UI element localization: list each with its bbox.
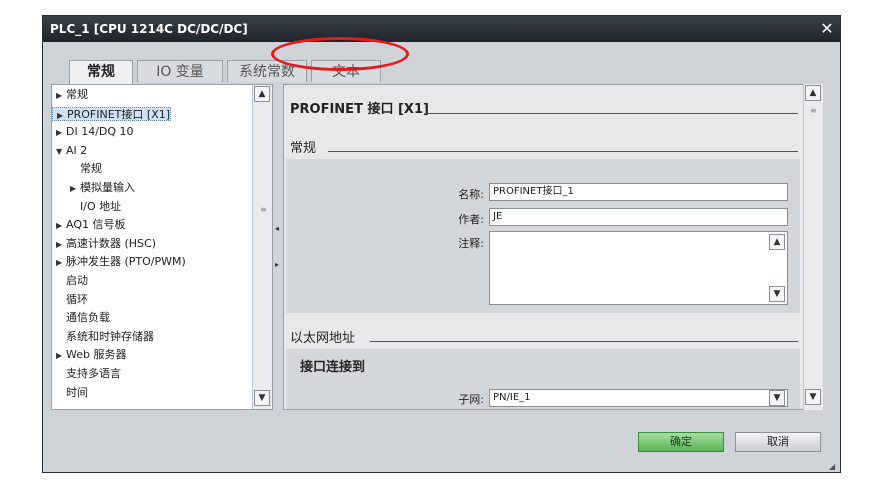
- tree-item-label: PROFINET接口 [X1]: [67, 107, 171, 121]
- author-label: 作者:: [458, 213, 484, 226]
- tree-item-label: 循环: [66, 292, 88, 306]
- annotation-circle: [271, 37, 409, 71]
- tree-item[interactable]: 时间: [52, 386, 88, 400]
- section-general-title: 常规: [290, 141, 317, 156]
- tree-item[interactable]: 循环: [52, 293, 88, 307]
- tree-item-label: 模拟量输入: [80, 181, 135, 194]
- subnet-select[interactable]: PN/IE_1: [489, 389, 788, 407]
- tab-io-tags[interactable]: IO 变量: [137, 60, 223, 82]
- scroll-grip-icon: ≡: [810, 106, 817, 115]
- tree-item-label: AI 2: [66, 143, 88, 157]
- scroll-up-icon[interactable]: ▲: [254, 86, 270, 102]
- name-field[interactable]: PROFINET接口_1: [489, 183, 788, 201]
- author-field[interactable]: JE: [489, 208, 788, 226]
- tree-item-label: 高速计数器 (HSC): [66, 236, 157, 250]
- collapsed-arrow-icon[interactable]: ▶: [56, 238, 66, 252]
- ethernet-panel: 接口连接到 子网: PN/IE_1 ▼: [286, 349, 800, 409]
- close-icon[interactable]: ✕: [818, 20, 836, 38]
- tree-item[interactable]: 支持多语言: [52, 367, 121, 381]
- section-divider: [328, 151, 798, 152]
- section-ethernet-title: 以太网地址: [290, 331, 356, 346]
- heading-divider: [426, 113, 798, 114]
- collapsed-arrow-icon[interactable]: ▶: [56, 219, 66, 233]
- name-label: 名称:: [458, 188, 484, 201]
- tree-item-label: Web 服务器: [66, 348, 127, 362]
- tree-item[interactable]: I/O 地址: [52, 200, 121, 214]
- tree-item-label: 支持多语言: [66, 367, 121, 380]
- comment-scroll-down-icon[interactable]: ▼: [769, 286, 785, 302]
- comment-field[interactable]: [489, 231, 788, 305]
- collapsed-arrow-icon[interactable]: ▶: [70, 182, 80, 196]
- tree-item-label: 系统和时钟存储器: [66, 329, 154, 343]
- tree-item-label: AQ1 信号板: [66, 218, 126, 232]
- scroll-up-icon[interactable]: ▲: [805, 85, 821, 101]
- tree-item[interactable]: 常规: [52, 162, 102, 176]
- tree-item[interactable]: ▶ 脉冲发生器 (PTO/PWM): [52, 255, 186, 269]
- scroll-grip-icon: ≡: [260, 205, 267, 214]
- properties-dialog: PLC_1 [CPU 1214C DC/DC/DC] ✕ 常规 IO 变量 系统…: [42, 15, 841, 473]
- resize-grip-icon[interactable]: ◢: [829, 462, 839, 472]
- navigation-tree: ▶ 常规 ▶ PROFINET接口 [X1] ▶ DI 14/DQ 10 ▼ AI 2 常规 ▶ 模…: [51, 84, 273, 410]
- tree-item[interactable]: ▶ 高速计数器 (HSC): [52, 237, 156, 251]
- tree-item[interactable]: 通信负载: [52, 311, 110, 325]
- collapsed-arrow-icon[interactable]: ▶: [56, 126, 66, 140]
- general-panel: 名称: PROFINET接口_1 作者: JE 注释: ▲ ▼: [286, 159, 800, 313]
- scroll-down-icon[interactable]: ▼: [254, 390, 270, 406]
- collapsed-arrow-icon[interactable]: ▶: [56, 256, 66, 270]
- tree-item[interactable]: ▶ PROFINET接口 [X1]: [52, 106, 172, 123]
- tree-item-label: 脉冲发生器 (PTO/PWM): [66, 255, 186, 269]
- tree-item-label: 常规: [80, 162, 102, 176]
- subnet-label: 子网:: [458, 393, 484, 406]
- collapse-left-icon[interactable]: ◂: [275, 224, 279, 233]
- collapsed-arrow-icon[interactable]: ▶: [57, 109, 67, 123]
- page-title: PROFINET 接口 [X1]: [290, 102, 429, 117]
- ok-button[interactable]: 确定: [638, 432, 724, 452]
- tree-item-label: 通信负载: [66, 311, 110, 325]
- tree-item-label: 时间: [66, 385, 88, 399]
- collapsed-arrow-icon[interactable]: ▶: [56, 349, 66, 363]
- panel-splitter[interactable]: ◂ ▸: [275, 84, 281, 410]
- collapse-right-icon[interactable]: ▸: [275, 260, 279, 269]
- window-title: PLC_1 [CPU 1214C DC/DC/DC]: [50, 22, 248, 36]
- tree-scrollbar[interactable]: ▲ ▼ ≡: [252, 85, 272, 409]
- tree-item-label: 常规: [66, 88, 88, 101]
- comment-scroll-up-icon[interactable]: ▲: [769, 234, 785, 250]
- tree-item[interactable]: ▶ AQ1 信号板: [52, 218, 126, 232]
- chevron-down-icon[interactable]: ▼: [769, 390, 785, 406]
- tree-item-label: DI 14/DQ 10: [66, 125, 134, 139]
- scroll-down-icon[interactable]: ▼: [805, 389, 821, 405]
- tree-item-label: 启动: [66, 274, 88, 287]
- tree-item[interactable]: 系统和时钟存储器: [52, 330, 154, 344]
- tree-item[interactable]: ▼ AI 2: [52, 144, 87, 158]
- comment-label: 注释:: [458, 237, 484, 250]
- tree-item[interactable]: ▶ 常规: [52, 88, 88, 102]
- tab-general[interactable]: 常规: [69, 60, 133, 84]
- collapsed-arrow-icon[interactable]: ▶: [56, 89, 66, 103]
- expanded-arrow-icon[interactable]: ▼: [56, 145, 66, 159]
- tree-item[interactable]: ▶ 模拟量输入: [52, 181, 135, 195]
- tree-item-label: I/O 地址: [80, 199, 122, 213]
- cancel-button[interactable]: 取消: [735, 432, 821, 452]
- properties-content: PROFINET 接口 [X1] 常规 名称: PROFINET接口_1 作者:…: [283, 84, 822, 410]
- content-scrollbar[interactable]: ▲ ≡ ▼: [803, 84, 823, 410]
- section-divider: [370, 341, 798, 342]
- title-bar: PLC_1 [CPU 1214C DC/DC/DC] ✕: [43, 16, 840, 42]
- tree-item[interactable]: 启动: [52, 274, 88, 288]
- tree-item[interactable]: ▶ DI 14/DQ 10: [52, 125, 134, 139]
- tree-item[interactable]: ▶ Web 服务器: [52, 348, 126, 362]
- interface-connected-title: 接口连接到: [300, 360, 366, 375]
